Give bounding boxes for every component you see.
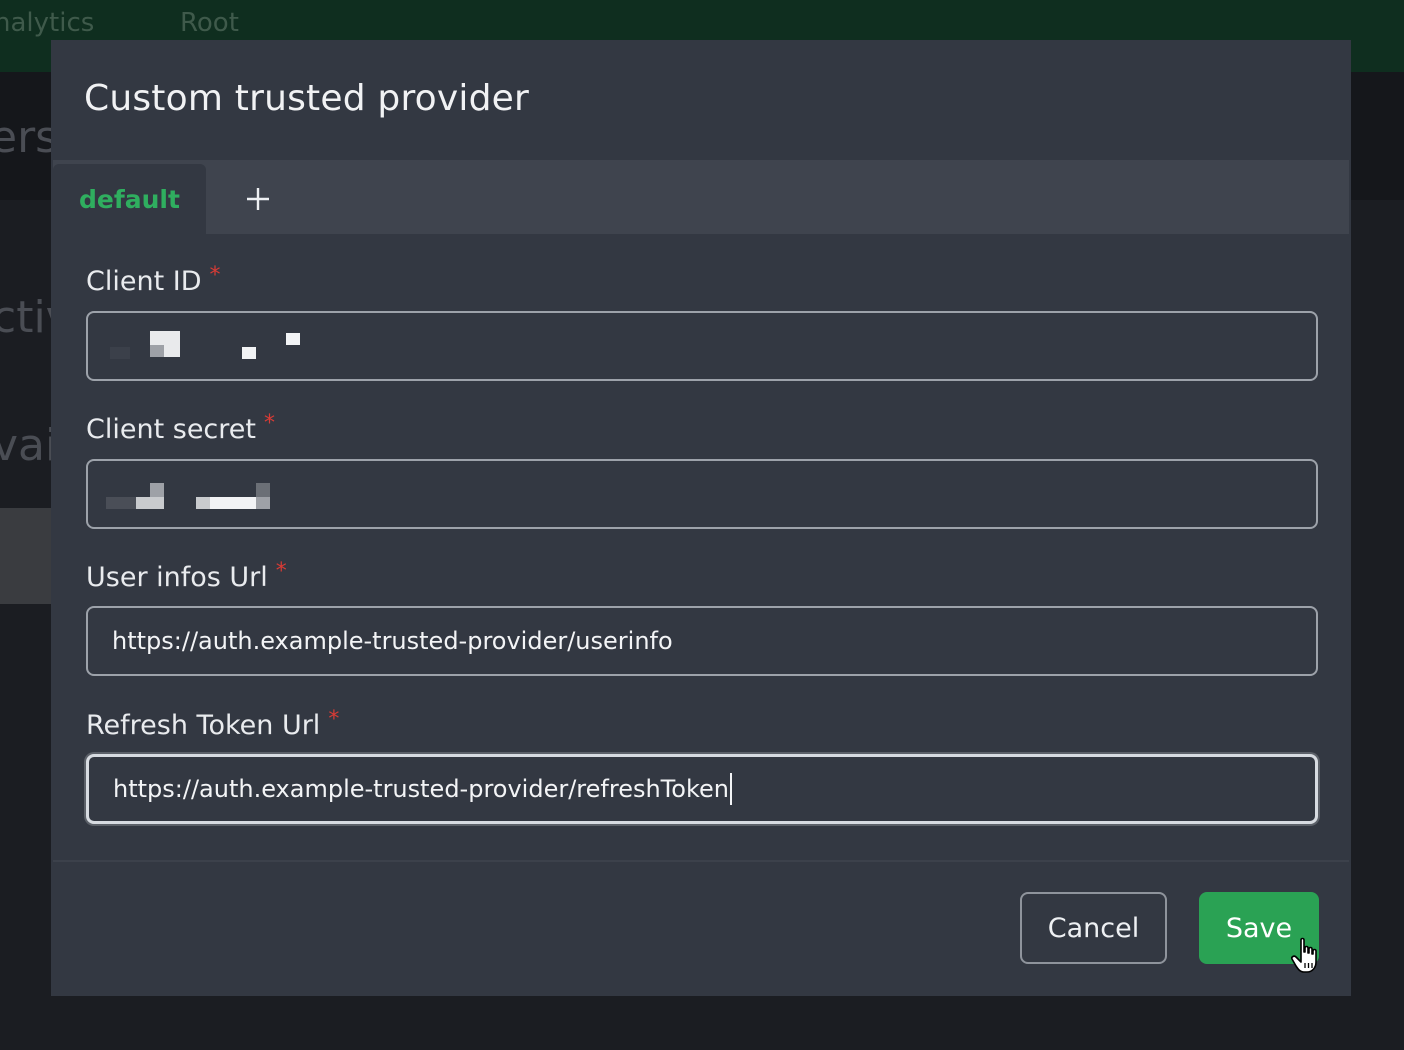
redacted-pixel <box>150 483 164 497</box>
custom-provider-modal: Custom trusted provider default Client I… <box>51 40 1351 996</box>
redacted-pixel <box>110 347 130 359</box>
user-infos-url-label-text: User infos Url <box>86 562 268 593</box>
redacted-pixel <box>106 497 136 509</box>
redacted-pixel <box>256 497 270 509</box>
redacted-pixel <box>136 497 164 509</box>
client-secret-label-text: Client secret <box>86 414 256 445</box>
modal-title: Custom trusted provider <box>84 78 530 119</box>
required-marker: * <box>263 411 275 436</box>
refresh-token-url-label: Refresh Token Url * <box>86 707 340 741</box>
redacted-pixel <box>286 333 300 345</box>
background-nav-root: Root <box>180 8 239 38</box>
user-infos-url-input[interactable] <box>86 606 1318 676</box>
user-infos-url-label: User infos Url * <box>86 559 287 593</box>
cancel-button[interactable]: Cancel <box>1020 892 1167 964</box>
redacted-pixel <box>196 497 210 509</box>
redacted-pixel <box>150 345 164 357</box>
required-marker: * <box>328 707 340 732</box>
client-id-label-text: Client ID <box>86 266 202 297</box>
refresh-token-url-value: https://auth.example-trusted-provider/re… <box>113 775 729 803</box>
refresh-token-url-input[interactable]: https://auth.example-trusted-provider/re… <box>86 754 1318 824</box>
client-secret-label: Client secret * <box>86 411 275 445</box>
tab-bar: default <box>53 160 1349 234</box>
save-button[interactable]: Save <box>1199 892 1319 964</box>
tab-default[interactable]: default <box>53 164 206 234</box>
plus-icon <box>247 188 269 210</box>
text-caret <box>729 773 732 805</box>
modal-body: default Client ID * Client secret * User… <box>53 160 1349 862</box>
redacted-pixel <box>242 347 256 359</box>
client-id-label: Client ID * <box>86 263 221 297</box>
refresh-token-url-label-text: Refresh Token Url <box>86 710 321 741</box>
client-secret-input[interactable] <box>86 459 1318 529</box>
required-marker: * <box>209 263 221 288</box>
background-heading: ers <box>0 112 59 163</box>
add-tab-button[interactable] <box>223 164 293 234</box>
redacted-pixel <box>256 483 270 497</box>
client-id-input[interactable] <box>86 311 1318 381</box>
background-nav-analytics: nalytics <box>0 8 95 38</box>
required-marker: * <box>275 559 287 584</box>
